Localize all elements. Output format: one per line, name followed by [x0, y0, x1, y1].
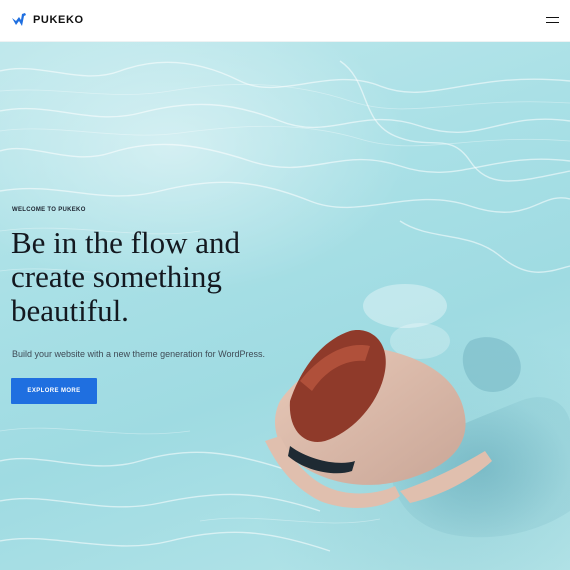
headline-line-2: create something: [11, 259, 222, 294]
hero-headline: Be in the flow and create something beau…: [11, 226, 311, 328]
headline-line-3: beautiful.: [11, 293, 129, 328]
site-header: PUKEKO: [0, 0, 570, 42]
explore-more-button[interactable]: EXPLORE MORE: [11, 378, 97, 404]
logo-link[interactable]: PUKEKO: [11, 11, 84, 29]
brand-name: PUKEKO: [33, 14, 84, 26]
hamburger-menu-icon[interactable]: [546, 15, 559, 25]
pukeko-logo-icon: [11, 12, 27, 28]
hero-eyebrow: WELCOME TO PUKEKO: [12, 207, 86, 213]
hero-section: WELCOME TO PUKEKO Be in the flow and cre…: [0, 41, 570, 570]
headline-line-1: Be in the flow and: [11, 225, 241, 260]
hero-subtitle: Build your website with a new theme gene…: [12, 349, 265, 359]
